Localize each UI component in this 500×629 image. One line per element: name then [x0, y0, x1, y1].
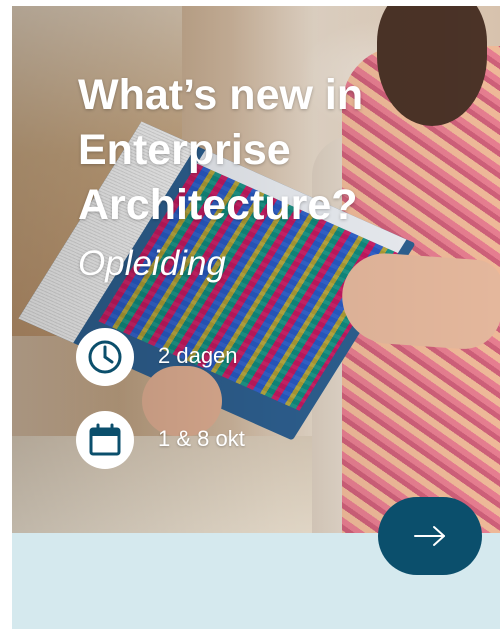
- course-title: What’s new in Enterprise Architecture?: [78, 71, 364, 229]
- arrow-right-icon: [414, 526, 445, 546]
- dates-text: 1 & 8 okt: [158, 426, 245, 451]
- duration-text: 2 dagen: [158, 343, 238, 368]
- course-card[interactable]: What’s new in Enterprise Architecture? O…: [12, 6, 500, 629]
- clock-icon: [76, 328, 134, 386]
- course-type: Opleiding: [78, 244, 226, 283]
- next-button[interactable]: [378, 497, 482, 575]
- calendar-icon: [76, 411, 134, 469]
